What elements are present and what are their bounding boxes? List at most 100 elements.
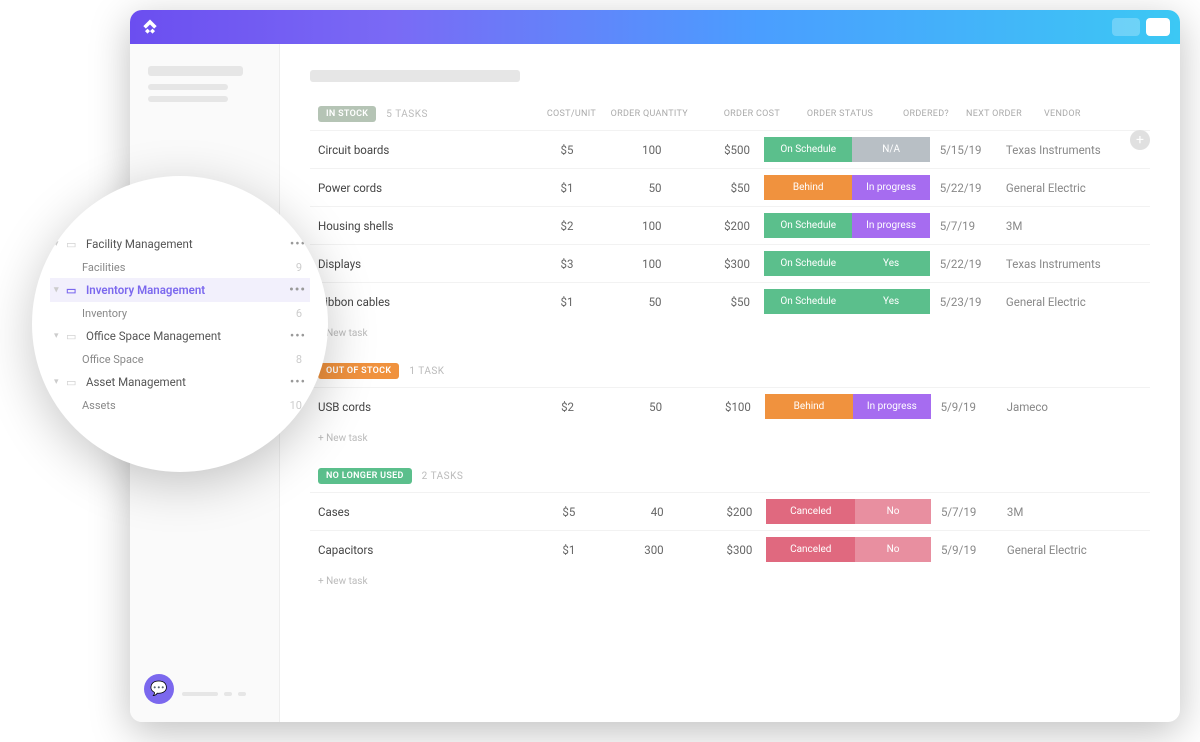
sidebar-list[interactable]: Assets10: [50, 394, 310, 416]
sidebar-folder[interactable]: ▾▭Inventory Management•••: [50, 278, 310, 302]
cell-status[interactable]: On Schedule: [764, 245, 853, 283]
cell-name[interactable]: Cases: [310, 493, 520, 531]
folder-menu-button[interactable]: •••: [290, 329, 306, 344]
cell-name[interactable]: Housing shells: [310, 207, 519, 245]
sidebar-folder[interactable]: ▾▭Facility Management•••: [50, 232, 310, 256]
add-column-button[interactable]: +: [1130, 130, 1150, 150]
new-task-button[interactable]: + New task: [310, 320, 1150, 339]
cell-next-order[interactable]: 5/7/19: [930, 207, 1006, 245]
cell-ordercost[interactable]: $500: [676, 131, 764, 169]
cell-status[interactable]: Behind: [764, 169, 853, 207]
cell-qty[interactable]: 100: [587, 131, 675, 169]
table-row[interactable]: Cases$540$200CanceledNo5/7/193M: [310, 493, 1150, 531]
chevron-down-icon[interactable]: ▾: [54, 377, 66, 387]
cell-vendor[interactable]: Jameco: [1007, 388, 1150, 426]
cell-status[interactable]: On Schedule: [764, 207, 853, 245]
table-row[interactable]: Ribbon cables$150$50On ScheduleYes5/23/1…: [310, 283, 1150, 321]
cell-status[interactable]: Canceled: [766, 531, 855, 569]
cell-ordered[interactable]: In progress: [853, 388, 931, 426]
cell-name[interactable]: Power cords: [310, 169, 519, 207]
app-logo-icon[interactable]: [140, 17, 160, 37]
table-row[interactable]: Housing shells$2100$200On ScheduleIn pro…: [310, 207, 1150, 245]
cell-ordercost[interactable]: $50: [676, 169, 764, 207]
sidebar-list[interactable]: Office Space8: [50, 348, 310, 370]
cell-next-order[interactable]: 5/22/19: [930, 245, 1006, 283]
chat-button[interactable]: 💬: [144, 674, 174, 704]
cell-name[interactable]: Capacitors: [310, 531, 520, 569]
folder-menu-button[interactable]: •••: [289, 283, 306, 298]
table-row[interactable]: Capacitors$1300$300CanceledNo5/9/19Gener…: [310, 531, 1150, 569]
cell-ordered[interactable]: N/A: [852, 131, 929, 169]
cell-cost[interactable]: $5: [520, 493, 589, 531]
cell-ordered[interactable]: In progress: [852, 207, 929, 245]
sidebar-folder[interactable]: ▾▭Asset Management•••: [50, 370, 310, 394]
section-status-pill[interactable]: IN STOCK: [318, 106, 376, 122]
cell-vendor[interactable]: 3M: [1006, 207, 1150, 245]
cell-vendor[interactable]: General Electric: [1006, 283, 1150, 321]
table-row[interactable]: Power cords$150$50BehindIn progress5/22/…: [310, 169, 1150, 207]
cell-qty[interactable]: 100: [587, 245, 675, 283]
cell-vendor[interactable]: 3M: [1007, 493, 1150, 531]
chevron-down-icon[interactable]: ▾: [54, 331, 66, 341]
cell-ordercost[interactable]: $100: [676, 388, 765, 426]
cell-name[interactable]: USB cords: [310, 388, 519, 426]
cell-qty[interactable]: 100: [587, 207, 675, 245]
sidebar-list[interactable]: Facilities9: [50, 256, 310, 278]
cell-ordered[interactable]: No: [855, 531, 931, 569]
new-task-button[interactable]: + New task: [310, 568, 1150, 587]
col-next[interactable]: NEXT ORDER: [966, 109, 1044, 119]
cell-vendor[interactable]: General Electric: [1007, 531, 1150, 569]
cell-cost[interactable]: $2: [519, 388, 588, 426]
topbar-button-a[interactable]: [1112, 18, 1140, 36]
cell-ordercost[interactable]: $50: [676, 283, 764, 321]
cell-next-order[interactable]: 5/7/19: [931, 493, 1007, 531]
cell-cost[interactable]: $1: [520, 531, 589, 569]
cell-vendor[interactable]: Texas Instruments: [1006, 131, 1150, 169]
cell-qty[interactable]: 50: [588, 388, 676, 426]
sidebar-list[interactable]: Inventory6: [50, 302, 310, 324]
sidebar-folder[interactable]: ▾▭Office Space Management•••: [50, 324, 310, 348]
cell-ordercost[interactable]: $200: [676, 207, 764, 245]
cell-ordercost[interactable]: $200: [678, 493, 767, 531]
cell-next-order[interactable]: 5/9/19: [931, 531, 1007, 569]
cell-next-order[interactable]: 5/22/19: [930, 169, 1006, 207]
col-qty[interactable]: ORDER QUANTITY: [610, 109, 702, 119]
chevron-down-icon[interactable]: ▾: [54, 285, 66, 295]
cell-ordered[interactable]: No: [855, 493, 931, 531]
chevron-down-icon[interactable]: ▾: [54, 239, 66, 249]
cell-vendor[interactable]: Texas Instruments: [1006, 245, 1150, 283]
cell-status[interactable]: On Schedule: [764, 283, 853, 321]
cell-ordered[interactable]: In progress: [852, 169, 929, 207]
cell-name[interactable]: Displays: [310, 245, 519, 283]
cell-status[interactable]: Canceled: [766, 493, 855, 531]
folder-menu-button[interactable]: •••: [290, 375, 306, 390]
cell-qty[interactable]: 50: [587, 169, 675, 207]
cell-ordered[interactable]: Yes: [852, 245, 929, 283]
cell-name[interactable]: Circuit boards: [310, 131, 519, 169]
col-status[interactable]: ORDER STATUS: [794, 109, 886, 119]
table-row[interactable]: Circuit boards$5100$500On ScheduleN/A5/1…: [310, 131, 1150, 169]
cell-next-order[interactable]: 5/23/19: [930, 283, 1006, 321]
cell-ordered[interactable]: Yes: [852, 283, 929, 321]
cell-vendor[interactable]: General Electric: [1006, 169, 1150, 207]
cell-qty[interactable]: 40: [589, 493, 677, 531]
table-row[interactable]: Displays$3100$300On ScheduleYes5/22/19Te…: [310, 245, 1150, 283]
cell-ordercost[interactable]: $300: [676, 245, 764, 283]
col-ordercost[interactable]: ORDER COST: [702, 109, 794, 119]
col-ordered[interactable]: ORDERED?: [886, 109, 966, 119]
cell-name[interactable]: Ribbon cables: [310, 283, 519, 321]
cell-qty[interactable]: 300: [589, 531, 677, 569]
cell-next-order[interactable]: 5/15/19: [930, 131, 1006, 169]
cell-cost[interactable]: $1: [519, 169, 588, 207]
col-vendor[interactable]: VENDOR: [1044, 109, 1180, 119]
topbar-button-b[interactable]: [1146, 18, 1170, 36]
cell-status[interactable]: On Schedule: [764, 131, 853, 169]
new-task-button[interactable]: + New task: [310, 425, 1150, 444]
cell-cost[interactable]: $3: [519, 245, 588, 283]
cell-next-order[interactable]: 5/9/19: [931, 388, 1007, 426]
section-status-pill[interactable]: NO LONGER USED: [318, 468, 412, 484]
cell-status[interactable]: Behind: [765, 388, 853, 426]
cell-qty[interactable]: 50: [587, 283, 675, 321]
section-status-pill[interactable]: OUT OF STOCK: [318, 363, 399, 379]
cell-ordercost[interactable]: $300: [678, 531, 767, 569]
